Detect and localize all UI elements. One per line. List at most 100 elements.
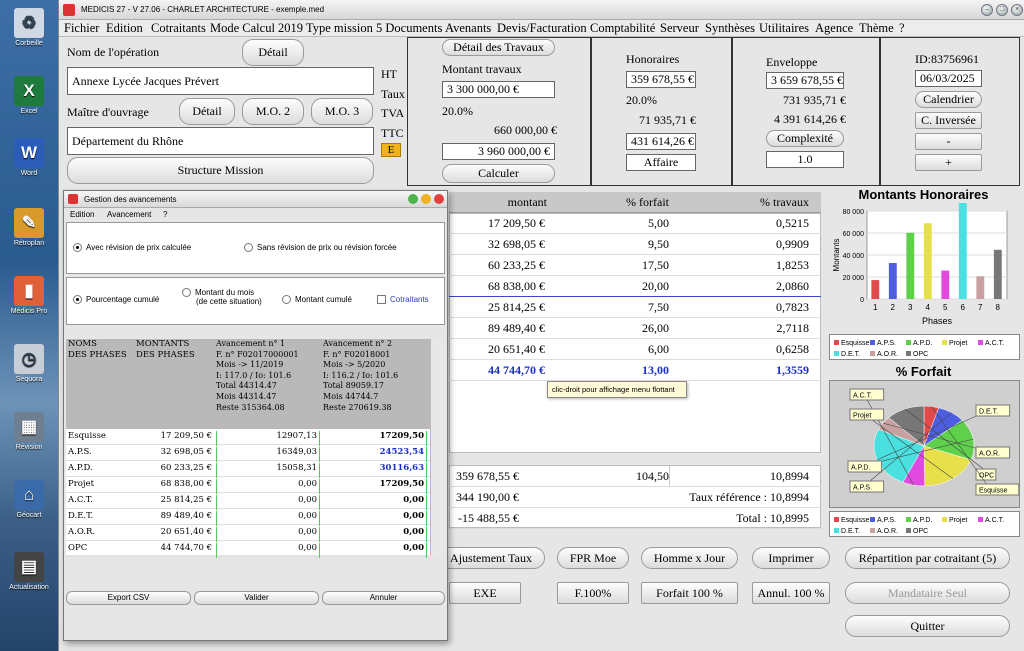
structure-mission-button[interactable]: Structure Mission bbox=[67, 157, 374, 184]
avancement-2-value[interactable]: 30116,63 bbox=[323, 463, 427, 478]
dialog-scrollbar[interactable] bbox=[430, 339, 445, 555]
complexite-button[interactable]: Complexité bbox=[766, 130, 844, 147]
desktop-icon-revision[interactable]: ▦ Révision bbox=[4, 412, 54, 451]
header-montant[interactable]: montant bbox=[479, 195, 547, 210]
menu-theme[interactable]: Thème bbox=[859, 21, 894, 36]
menu-cotraitants[interactable]: Cotraitants bbox=[151, 21, 206, 36]
avancement-row[interactable]: Projet 68 838,00 € 0,00 17209,50 bbox=[66, 477, 430, 494]
calculer-button[interactable]: Calculer bbox=[442, 164, 555, 183]
minimize-button[interactable]: – bbox=[981, 4, 993, 16]
avancement-2-value[interactable]: 24523,54 bbox=[323, 447, 427, 462]
desktop-icon-corbeille[interactable]: ♻ Corbeille bbox=[4, 8, 54, 47]
grid-row[interactable]: 17 209,50 € 5,00 0,5215 bbox=[449, 213, 821, 234]
dialog-minimize-button[interactable] bbox=[421, 194, 431, 204]
menu-type-mission[interactable]: Type mission bbox=[306, 21, 373, 36]
grid-row[interactable]: 68 838,00 € 20,00 2,0860 bbox=[449, 276, 821, 297]
desktop-icon-geocart[interactable]: ⌂ Géocart bbox=[4, 480, 54, 519]
dialog-menu-help[interactable]: ? bbox=[163, 210, 167, 219]
bar[interactable] bbox=[976, 276, 985, 299]
grid-total-row[interactable]: 44 744,70 € 13,00 1,3559 bbox=[449, 360, 821, 381]
avancement-1-value[interactable]: 15058,31 bbox=[216, 463, 320, 478]
mo2-button[interactable]: M.O. 2 bbox=[242, 98, 304, 125]
maitre-ouvrage-field[interactable]: Département du Rhône bbox=[67, 127, 374, 155]
bar[interactable] bbox=[993, 249, 1002, 299]
header-forfait[interactable]: % forfait bbox=[609, 195, 669, 210]
avancement-2-header[interactable]: Avancement n° 2 F. n° F02018001 Mois -> 5/… bbox=[323, 339, 398, 413]
avancement-2-value[interactable]: 0,00 bbox=[323, 511, 427, 526]
grid-row[interactable]: 25 814,25 € 7,50 0,7823 bbox=[449, 297, 821, 318]
avancement-row[interactable]: Esquisse 17 209,50 € 12907,13 17209,50 bbox=[66, 429, 430, 446]
avancement-row[interactable]: D.E.T. 89 489,40 € 0,00 0,00 bbox=[66, 509, 430, 526]
travaux-ht-field[interactable]: 3 300 000,00 € bbox=[442, 81, 555, 98]
honoraires-ht-field[interactable]: 359 678,55 € bbox=[626, 71, 696, 88]
repartition-cotraitant-button[interactable]: Répartition par cotraitant (5) bbox=[845, 547, 1010, 569]
minus-button[interactable]: - bbox=[915, 133, 982, 150]
bar[interactable] bbox=[941, 270, 950, 299]
desktop-icon-excel[interactable]: X Excel bbox=[4, 76, 54, 115]
grid-row[interactable]: 32 698,05 € 9,50 0,9909 bbox=[449, 234, 821, 255]
avancement-2-value[interactable]: 0,00 bbox=[323, 527, 427, 542]
imprimer-button[interactable]: Imprimer bbox=[752, 547, 830, 569]
c-inversee-button[interactable]: C. Inversée bbox=[915, 112, 982, 129]
exe-button[interactable]: EXE bbox=[449, 582, 521, 604]
menu-documents[interactable]: 5 Documents bbox=[376, 21, 442, 36]
desktop-icon-medicis-pro[interactable]: ▮ Médicis Pro bbox=[4, 276, 54, 315]
quitter-button[interactable]: Quitter bbox=[845, 615, 1010, 637]
mo3-button[interactable]: M.O. 3 bbox=[311, 98, 373, 125]
plus-button[interactable]: + bbox=[915, 154, 982, 171]
menu-avenants[interactable]: Avenants bbox=[445, 21, 491, 36]
close-button[interactable]: × bbox=[1011, 4, 1023, 16]
bar[interactable] bbox=[958, 203, 967, 299]
detail-operation-button[interactable]: Détail bbox=[242, 39, 304, 66]
avancement-row[interactable]: OPC 44 744,70 € 0,00 0,00 bbox=[66, 541, 430, 558]
dialog-menu-avancement[interactable]: Avancement bbox=[107, 210, 151, 219]
f100-button[interactable]: F.100% bbox=[557, 582, 629, 604]
avancement-1-value[interactable]: 0,00 bbox=[216, 511, 320, 526]
radio-pourcentage-cumule[interactable]: Pourcentage cumulé bbox=[73, 295, 159, 305]
menu-fichier[interactable]: Fichier bbox=[64, 21, 99, 36]
avancement-1-value[interactable]: 0,00 bbox=[216, 543, 320, 558]
homme-jour-button[interactable]: Homme x Jour bbox=[641, 547, 738, 569]
calendrier-button[interactable]: Calendrier bbox=[915, 91, 982, 108]
menu-utilitaires[interactable]: Utilitaires bbox=[759, 21, 809, 36]
radio-montant-cumule[interactable]: Montant cumulé bbox=[282, 295, 352, 305]
bar[interactable] bbox=[906, 232, 915, 299]
dialog-close-button[interactable] bbox=[434, 194, 444, 204]
mandataire-seul-button[interactable]: Mandataire Seul bbox=[845, 582, 1010, 604]
bar[interactable] bbox=[888, 263, 897, 299]
valider-button[interactable]: Valider bbox=[194, 591, 319, 605]
desktop-icon-word[interactable]: W Word bbox=[4, 138, 54, 177]
maximize-button[interactable]: □ bbox=[996, 4, 1008, 16]
annul100-button[interactable]: Annul. 100 % bbox=[752, 582, 830, 604]
menu-edition[interactable]: Edition bbox=[106, 21, 143, 36]
avancement-2-value[interactable]: 17209,50 bbox=[323, 431, 427, 446]
header-travaux[interactable]: % travaux bbox=[749, 195, 809, 210]
checkbox-cotraitants[interactable]: Cotraitants bbox=[377, 295, 429, 305]
avancement-row[interactable]: A.P.D. 60 233,25 € 15058,31 30116,63 bbox=[66, 461, 430, 478]
dialog-menu-edition[interactable]: Edition bbox=[70, 210, 94, 219]
bar[interactable] bbox=[871, 280, 880, 299]
annuler-button[interactable]: Annuler bbox=[322, 591, 445, 605]
avancement-1-value[interactable]: 0,00 bbox=[216, 527, 320, 542]
radio-avec-revision[interactable]: Avec révision de prix calculée bbox=[73, 243, 191, 253]
forfait100-button[interactable]: Forfait 100 % bbox=[641, 582, 738, 604]
avancement-1-value[interactable]: 12907,13 bbox=[216, 431, 320, 446]
desktop-icon-sequora[interactable]: ◷ Séquora bbox=[4, 344, 54, 383]
menu-mode-calcul[interactable]: Mode Calcul 2019 bbox=[210, 21, 303, 36]
e-badge[interactable]: E bbox=[381, 143, 401, 157]
honoraires-ttc-field[interactable]: 431 614,26 € bbox=[626, 133, 696, 150]
ajustement-taux-button[interactable]: Ajustement Taux bbox=[437, 547, 545, 569]
desktop-icon-retroplan[interactable]: ✎ Rétroplan bbox=[4, 208, 54, 247]
detail-mo-button[interactable]: Détail bbox=[179, 98, 235, 125]
complexite-field[interactable]: 1.0 bbox=[766, 151, 844, 168]
avancement-1-value[interactable]: 0,00 bbox=[216, 479, 320, 494]
grid-row[interactable]: 20 651,40 € 6,00 0,6258 bbox=[449, 339, 821, 360]
enveloppe-ht-field[interactable]: 3 659 678,55 € bbox=[766, 72, 844, 89]
avancement-1-value[interactable]: 0,00 bbox=[216, 495, 320, 510]
avancement-2-value[interactable]: 0,00 bbox=[323, 543, 427, 558]
bar[interactable] bbox=[923, 223, 932, 299]
avancement-row[interactable]: A.O.R. 20 651,40 € 0,00 0,00 bbox=[66, 525, 430, 542]
dialog-zoom-button[interactable] bbox=[408, 194, 418, 204]
menu-syntheses[interactable]: Synthèses bbox=[705, 21, 755, 36]
grid-row[interactable]: 89 489,40 € 26,00 2,7118 bbox=[449, 318, 821, 339]
